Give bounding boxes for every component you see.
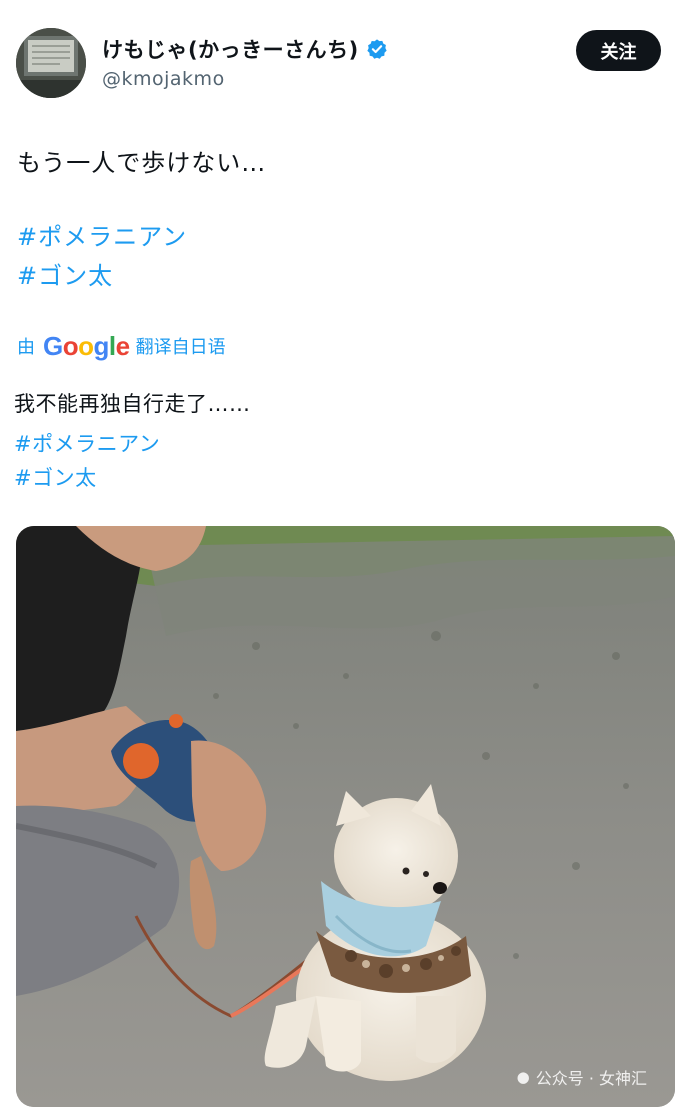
translation-prefix: 由 [17,337,35,358]
tweet-photo[interactable]: ● 公众号 · 女神汇 [16,526,675,1107]
verified-badge-icon [366,38,388,60]
tweet-text: もう一人で歩けない… [17,149,267,177]
user-handle[interactable]: @kmojakmo [102,68,225,90]
avatar[interactable] [16,28,86,98]
display-name-row[interactable]: けもじゃ(かっきーさんち) [102,34,388,64]
tweet-card: けもじゃ(かっきーさんち) @kmojakmo 关注 もう一人で歩けない… #ポ… [0,0,690,1115]
google-logo: Google [43,331,130,361]
translation-attribution[interactable]: 由 Google 翻译自日语 [17,333,226,359]
translation-suffix: 翻译自日语 [135,337,226,358]
watermark-text: 公众号 · 女神汇 [535,1069,647,1088]
translated-hashtag-link[interactable]: #ポメラニアン [14,428,160,458]
follow-button[interactable]: 关注 [576,30,661,71]
watermark: ● 公众号 · 女神汇 [517,1065,647,1089]
wechat-icon: ● [516,1068,530,1086]
hashtag-link[interactable]: #ポメラニアン [17,217,187,252]
display-name[interactable]: けもじゃ(かっきーさんち) [102,34,359,64]
hashtag-link[interactable]: #ゴン太 [17,256,113,291]
translated-text: 我不能再独自行走了…… [14,392,251,416]
translated-hashtag-link[interactable]: #ゴン太 [14,462,97,492]
